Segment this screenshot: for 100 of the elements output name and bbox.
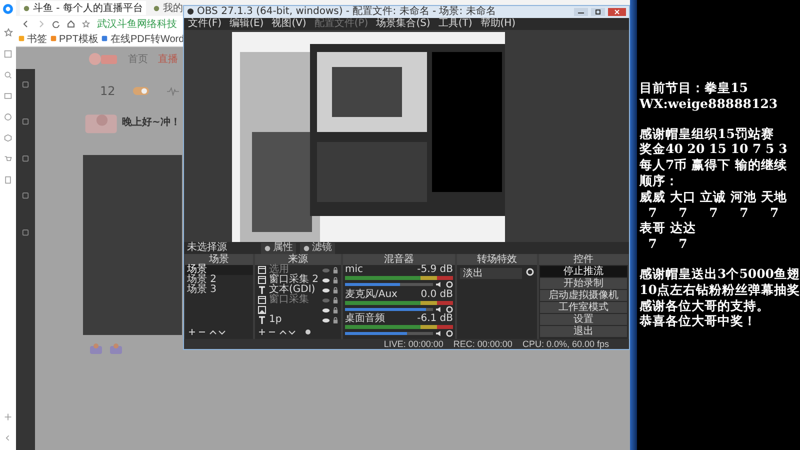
bookmark[interactable]: 书签 [18,32,47,46]
volume-reading: -6.1 dB [417,314,453,324]
channel-name: 桌面音频 [345,314,385,324]
source-item[interactable]: 窗口采集 2 [269,275,319,285]
close-icon[interactable] [608,8,626,16]
text-icon [258,316,266,324]
volume-slider[interactable] [345,308,433,310]
menu-item[interactable]: 工具(T) [438,18,472,29]
scene-item[interactable]: 场景 [185,265,253,275]
collapse-icon[interactable] [4,434,12,442]
volume-slider[interactable] [345,283,433,286]
settings-icon[interactable] [446,281,453,288]
lock-icon[interactable] [333,306,338,314]
panel-title: 控件 [539,254,628,265]
settings-icon[interactable] [446,330,453,337]
image-icon [258,306,266,314]
plus-icon[interactable] [4,413,12,421]
browser-tab[interactable]: 我的 [150,1,186,15]
browser-tab[interactable]: 斗鱼 - 每个人的直播平台 [20,1,146,15]
nav-icon[interactable] [22,118,29,125]
card-icon[interactable] [4,92,12,100]
control-button[interactable]: 开始录制 [540,278,627,289]
overlay-text-line: 恭喜各位大哥中奖！ [640,313,758,330]
eye-icon[interactable] [322,288,330,292]
channel-name: 麦克风/Aux [345,290,398,300]
panel-title: 场景 [185,254,253,265]
star-icon[interactable] [82,20,90,28]
window-icon [258,296,266,304]
bookmark-icon [101,35,108,42]
logo-icon [88,52,118,66]
source-item[interactable]: 1p [269,315,319,325]
book-icon[interactable] [4,50,12,58]
scene-item[interactable]: 场景 3 [185,285,253,295]
text-icon [258,286,266,294]
channel-name: mic [345,265,364,275]
panel-title: 转场特效 [457,254,537,265]
reload-icon[interactable] [52,20,60,28]
live-time: LIVE: 00:00:00 [384,339,444,349]
nav-icon[interactable] [22,192,29,199]
chat-icon[interactable] [4,113,12,121]
cart-icon[interactable] [4,155,12,163]
overlay-text-line: 每人7币 赢得下 输的继续 [640,157,788,173]
source-status: 未选择源 [187,243,228,253]
greeting-text: 晚上好~冲！ [122,116,180,129]
scene-item[interactable]: 场景 2 [185,275,253,285]
bookmark[interactable]: PPT模板 [50,32,98,46]
lock-icon[interactable] [333,316,338,324]
toolbar-button[interactable]: 滤镜 [300,242,335,254]
address-field[interactable]: 武汉斗鱼网络科技 [97,16,177,30]
lock-icon[interactable] [333,266,338,274]
lock-icon[interactable] [333,296,338,304]
lock-icon[interactable] [333,286,338,294]
back-icon[interactable] [22,20,30,28]
control-button[interactable]: 工作室模式 [540,302,627,313]
menu-item[interactable]: 文件(F) [188,18,222,29]
lock-icon[interactable] [333,276,338,284]
panel-title: 来源 [255,254,341,265]
overlay-text-line: 10点左右钻粉粉丝弹幕抽奖 [640,282,800,298]
source-item[interactable]: 窗口采集 [269,295,319,305]
source-item[interactable]: 文本(GDI) [269,285,319,295]
volume-slider[interactable] [345,332,433,335]
control-button[interactable]: 设置 [540,314,627,325]
window-icon [258,266,266,274]
bookmark-icon [18,35,25,42]
settings-icon[interactable] [446,306,453,312]
home-icon[interactable] [67,20,75,28]
overlay-text-line: 目前节目：拳皇15 [640,80,749,96]
control-button[interactable]: 退出 [540,326,627,337]
eye-icon[interactable] [322,308,330,312]
cpu-status: CPU: 0.0%, 60.00 fps [522,339,609,349]
nav-icon[interactable] [22,81,29,88]
add-remove-icon[interactable] [188,328,228,336]
menu-item[interactable]: 视图(V) [272,18,306,29]
overlay-text-line: WX:weige88888123 [640,96,779,112]
control-button[interactable]: 停止推流 [540,266,627,277]
minimize-icon[interactable] [574,8,588,16]
overlay-text-line: 威威 大口 立诚 河池 天地 [640,188,788,205]
toggle-icon[interactable] [133,87,150,95]
menu-item[interactable]: 场景集合(S) [376,18,430,29]
toolbar-button[interactable]: 属性 [261,242,296,254]
document-icon[interactable] [4,176,12,184]
menu-item[interactable]: 编辑(E) [230,18,264,29]
menu-item[interactable]: 帮助(H) [480,18,516,29]
bookmark-icon [50,35,57,42]
cube-icon[interactable] [4,134,12,142]
control-button[interactable]: 启动虚拟摄像机 [540,290,627,301]
transition-select[interactable]: 淡出 [460,268,522,279]
star-icon[interactable] [4,28,12,37]
nav-icon[interactable] [22,229,29,236]
source-item[interactable]: 选用 [269,265,319,275]
search-icon[interactable] [4,71,12,79]
maximize-icon[interactable] [591,8,605,16]
follow-count: 12 [100,84,116,98]
window-icon [258,276,266,284]
overlay-text-line: 表哥 达达 [640,220,697,236]
nav-icon[interactable] [22,155,29,162]
eye-icon[interactable] [322,278,330,282]
settings-icon[interactable] [526,268,534,276]
overlay-text-line: 感谢各位大哥的支持。 [640,298,770,314]
eye-icon[interactable] [322,318,330,322]
